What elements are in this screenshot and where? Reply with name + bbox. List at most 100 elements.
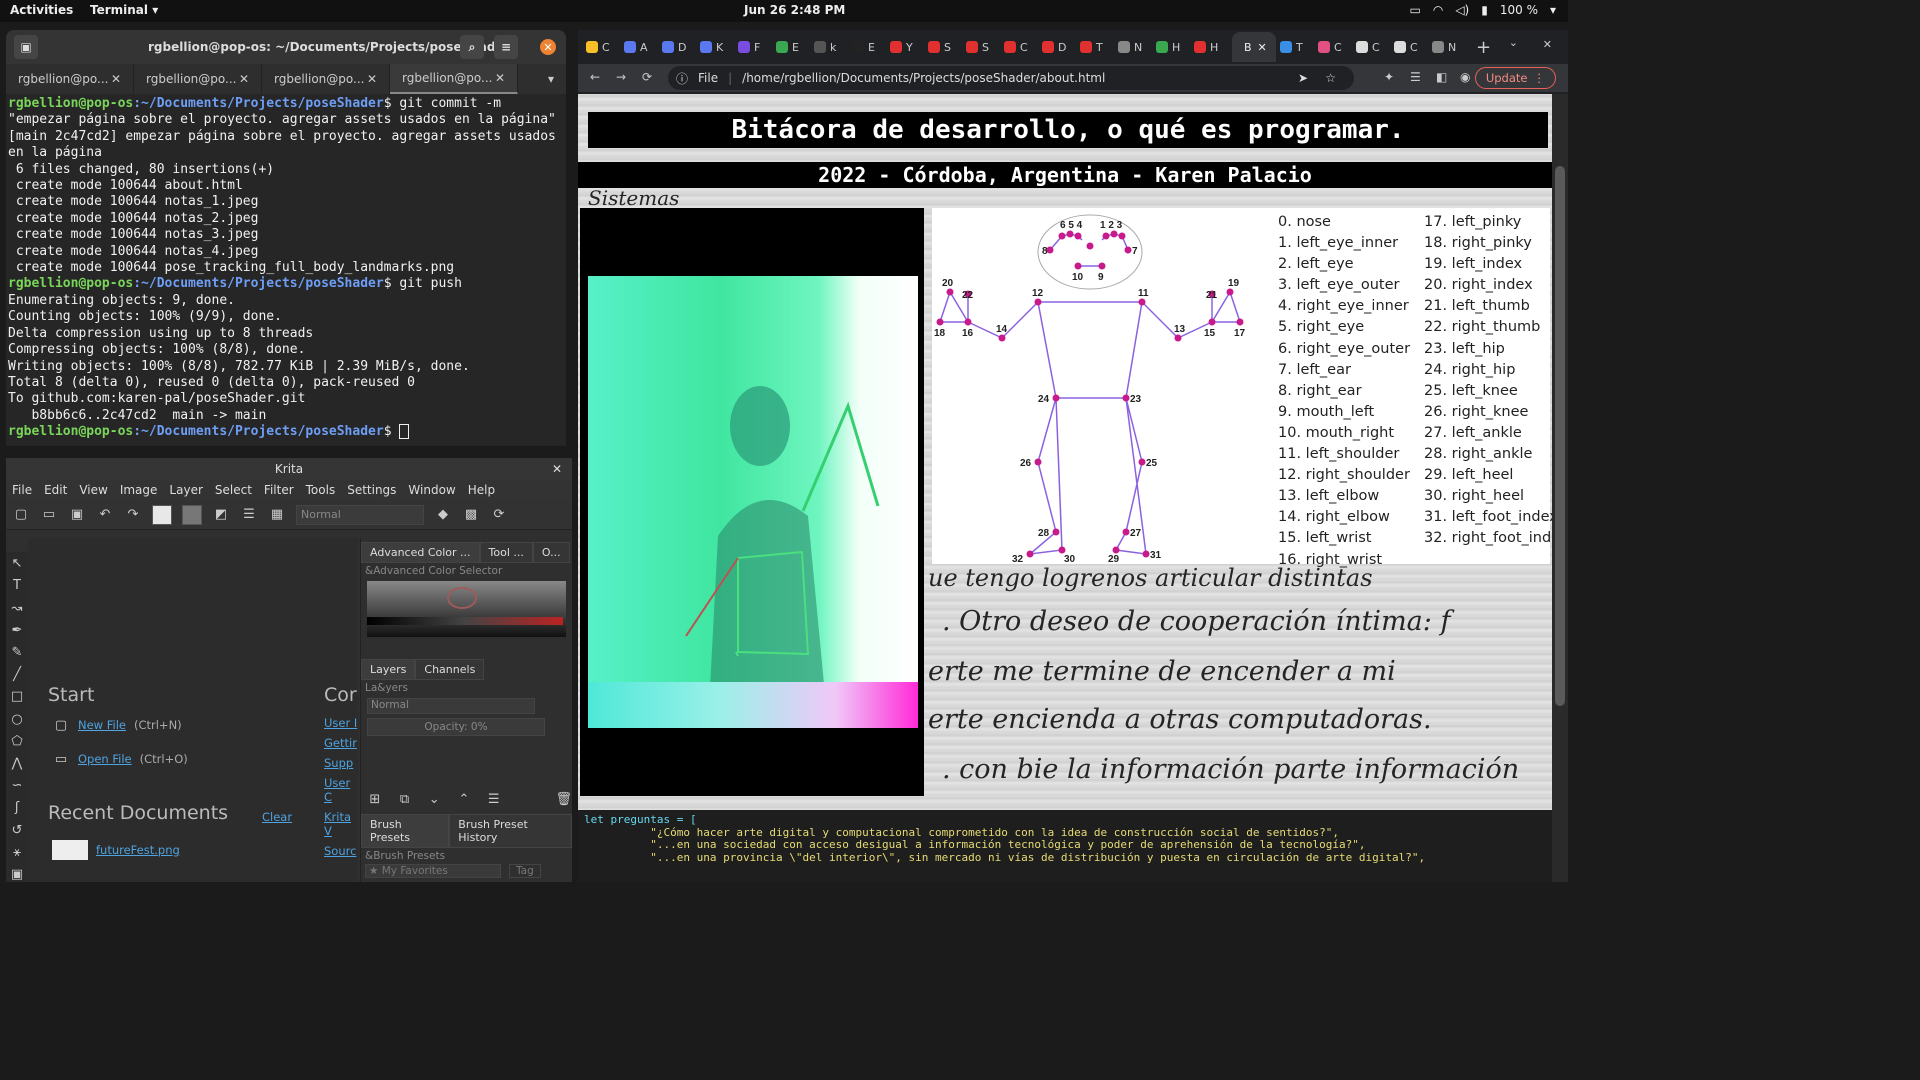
browser-tab[interactable]: T <box>1280 34 1314 60</box>
opacity-slider[interactable]: Opacity: 0% <box>367 718 545 736</box>
forward-icon[interactable]: → <box>616 70 626 84</box>
line-tool-icon[interactable]: ╱ <box>8 667 26 682</box>
browser-tab[interactable]: E <box>852 34 886 60</box>
open-folder-icon[interactable]: ▭ <box>40 506 58 524</box>
terminal-tab-active[interactable]: rgbellion@po... ✕ <box>390 64 518 94</box>
side-panel-icon[interactable]: ◧ <box>1436 70 1447 84</box>
browser-tab-active[interactable]: B ✕ <box>1232 32 1276 62</box>
address-bar[interactable]: ⓘ File | /home/rgbellion/Documents/Proje… <box>668 66 1354 90</box>
app-menu[interactable]: Terminal ▾ <box>90 3 158 17</box>
close-icon[interactable]: ✕ <box>552 458 562 480</box>
favorites-select[interactable]: ★ My Favorites <box>365 864 501 878</box>
volume-icon[interactable]: ◁) <box>1455 3 1469 17</box>
activities-button[interactable]: Activities <box>10 3 73 17</box>
clear-recent-link[interactable]: Clear <box>262 810 292 824</box>
dynamic-brush-icon[interactable]: ↺ <box>8 822 26 838</box>
brush-preset-icon[interactable]: ▦ <box>268 506 286 524</box>
browser-tab[interactable]: F <box>738 34 772 60</box>
delete-layer-icon[interactable]: 🗑 <box>556 790 572 808</box>
chevron-down-icon[interactable]: ▾ <box>548 72 554 86</box>
transform-tool-icon[interactable]: ▣ <box>8 867 26 882</box>
browser-tab[interactable]: E <box>776 34 810 60</box>
terminal-tab[interactable]: rgbellion@po... ✕ <box>134 64 262 94</box>
close-icon[interactable]: ✕ <box>111 72 121 86</box>
scrollbar-thumb[interactable] <box>1555 166 1565 706</box>
undo-icon[interactable]: ↶ <box>96 506 114 524</box>
color-selector[interactable] <box>367 581 566 637</box>
alpha-lock-icon[interactable]: ▩ <box>462 506 480 524</box>
layer-blend-select[interactable]: Normal <box>367 698 535 714</box>
info-icon[interactable]: ⓘ <box>676 70 688 87</box>
browser-tab[interactable]: C <box>1394 34 1428 60</box>
reload-icon[interactable]: ⟳ <box>490 506 508 524</box>
close-icon[interactable]: ✕ <box>367 72 377 86</box>
tag-button[interactable]: Tag <box>509 864 541 878</box>
open-file-row[interactable]: ▭ Open File (Ctrl+O) <box>52 750 188 768</box>
open-file-link[interactable]: Open File <box>78 752 132 766</box>
browser-tab[interactable]: T <box>1080 34 1114 60</box>
move-up-icon[interactable]: ⌃ <box>456 790 472 808</box>
save-icon[interactable]: ▣ <box>68 506 86 524</box>
brush-tool-icon[interactable]: ✎ <box>8 645 26 660</box>
blend-mode-select[interactable]: Normal <box>296 504 424 525</box>
menu-file[interactable]: File <box>12 483 32 497</box>
rectangle-tool-icon[interactable]: □ <box>8 689 26 704</box>
browser-tab[interactable]: K <box>700 34 734 60</box>
browser-tab[interactable]: k <box>814 34 848 60</box>
browser-tab[interactable]: A <box>624 34 658 60</box>
terminal-output[interactable]: rgbellion@pop-os:~/Documents/Projects/po… <box>6 94 566 446</box>
menu-filter[interactable]: Filter <box>264 483 294 497</box>
system-tray[interactable]: ▭ ◠ ◁) ▮ 100 % ▾ <box>1409 3 1556 17</box>
brush-settings-icon[interactable]: ☰ <box>240 506 258 524</box>
close-icon[interactable]: ✕ <box>239 72 249 86</box>
wifi-icon[interactable]: ◠ <box>1433 3 1443 17</box>
media-icon[interactable]: ☰ <box>1410 70 1421 84</box>
calligraphy-icon[interactable]: ✒ <box>8 623 26 638</box>
browser-tab[interactable]: D <box>1042 34 1076 60</box>
avatar[interactable]: ◉ <box>1460 70 1470 84</box>
pattern-swatch[interactable] <box>182 504 202 525</box>
terminal-tab[interactable]: rgbellion@po... ✕ <box>262 64 390 94</box>
browser-tab[interactable]: S <box>966 34 1000 60</box>
menu-help[interactable]: Help <box>468 483 495 497</box>
close-icon[interactable]: ✕ <box>495 71 505 85</box>
update-button[interactable]: Update ⋮ <box>1474 67 1556 89</box>
new-document-icon[interactable]: ▢ <box>12 506 30 524</box>
polyline-tool-icon[interactable]: ⋀ <box>8 756 26 771</box>
redo-icon[interactable]: ↷ <box>124 506 142 524</box>
browser-tab[interactable]: Y <box>890 34 924 60</box>
browser-tab[interactable]: D <box>662 34 696 60</box>
new-tab-icon[interactable]: ▣ <box>14 35 38 59</box>
freehand-path-icon[interactable]: ʃ <box>8 800 26 815</box>
menu-settings[interactable]: Settings <box>347 483 396 497</box>
menu-tools[interactable]: Tools <box>306 483 336 497</box>
browser-tab[interactable]: S <box>928 34 962 60</box>
browser-tab[interactable]: C <box>1004 34 1038 60</box>
display-icon[interactable]: ▭ <box>1409 3 1420 17</box>
menu-edit[interactable]: Edit <box>44 483 67 497</box>
extensions-icon[interactable]: ✦ <box>1384 70 1394 84</box>
browser-tab[interactable]: H <box>1194 34 1228 60</box>
bezier-tool-icon[interactable]: ∽ <box>8 778 26 793</box>
send-icon[interactable]: ➤ <box>1298 71 1308 85</box>
select-tool-icon[interactable]: ↖ <box>8 556 26 571</box>
browser-tab[interactable]: C <box>1318 34 1352 60</box>
edit-shapes-icon[interactable]: ↝ <box>8 600 26 616</box>
move-down-icon[interactable]: ⌄ <box>426 790 442 808</box>
back-icon[interactable]: ← <box>590 70 600 84</box>
layer-properties-icon[interactable]: ☰ <box>486 790 502 808</box>
recent-document-item[interactable]: futureFest.png <box>52 840 180 860</box>
menu-window[interactable]: Window <box>408 483 455 497</box>
eraser-icon[interactable]: ◆ <box>434 506 452 524</box>
terminal-tab[interactable]: rgbellion@po... ✕ <box>6 64 134 94</box>
clock[interactable]: Jun 26 2:48 PM <box>744 3 845 17</box>
new-file-link[interactable]: New File <box>78 718 126 732</box>
duplicate-layer-icon[interactable]: ⧉ <box>397 790 413 808</box>
color-wheel[interactable] <box>447 587 477 609</box>
browser-tab[interactable]: H <box>1156 34 1190 60</box>
chevron-down-icon[interactable]: ▾ <box>1550 3 1556 17</box>
close-icon[interactable]: ✕ <box>1258 41 1267 54</box>
page-scrollbar[interactable] <box>1552 94 1568 882</box>
menu-select[interactable]: Select <box>215 483 252 497</box>
browser-tab[interactable]: C <box>586 34 620 60</box>
